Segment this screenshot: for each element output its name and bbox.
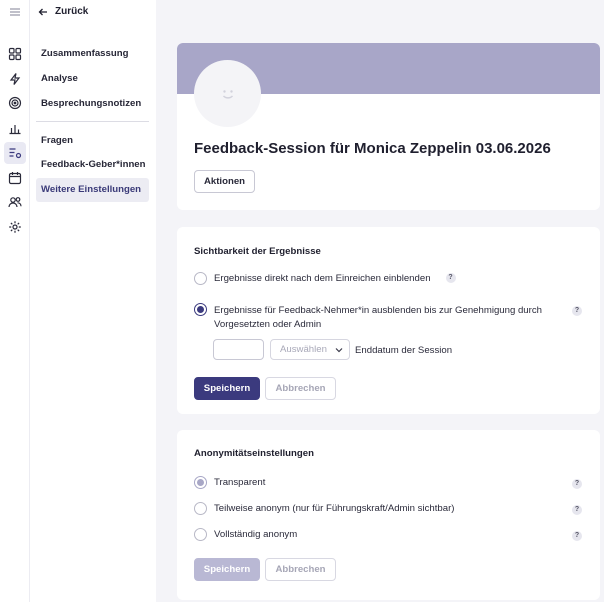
chevron-down-icon — [335, 348, 343, 353]
anonymity-title: Anonymitätseinstellungen — [194, 448, 314, 459]
help-icon[interactable]: ? — [445, 273, 456, 283]
nav-item-fragen[interactable]: Fragen — [36, 129, 149, 153]
visibility-title: Sichtbarkeit der Ergebnisse — [194, 246, 321, 257]
visibility-option-hide[interactable]: Ergebnisse für Feedback-Nehmer*in ausble… — [194, 303, 542, 332]
help-icon[interactable]: ? — [572, 505, 582, 515]
visibility-card: Sichtbarkeit der Ergebnisse Ergebnisse d… — [177, 227, 600, 414]
icon-rail — [0, 0, 30, 602]
option-label: Ergebnisse direkt nach dem Einreichen ei… — [214, 273, 431, 284]
arrow-left-icon — [38, 8, 47, 15]
nav-item-besprechungsnotizen[interactable]: Besprechungsnotizen — [36, 92, 149, 116]
target-icon[interactable] — [4, 92, 26, 114]
option-label-line2: Vorgesetzten oder Admin — [214, 319, 322, 330]
lightning-icon[interactable] — [4, 68, 26, 90]
option-label: Teilweise anonym (nur für Führungskraft/… — [214, 503, 455, 514]
radio-unchecked[interactable] — [194, 272, 207, 285]
anonymity-option-full[interactable]: Vollständig anonym — [194, 528, 298, 541]
nav-item-weitere-einstellungen[interactable]: Weitere Einstellungen — [36, 178, 149, 202]
gear-icon[interactable] — [4, 216, 26, 238]
menu-icon[interactable] — [4, 1, 26, 23]
period-select[interactable]: Auswählen — [270, 339, 350, 360]
calendar-icon[interactable] — [4, 167, 26, 189]
cancel-button[interactable]: Abbrechen — [265, 558, 336, 581]
help-icon[interactable]: ? — [572, 531, 582, 541]
help-icon[interactable]: ? — [572, 306, 582, 316]
visibility-option-show[interactable]: Ergebnisse direkt nach dem Einreichen ei… — [194, 272, 456, 285]
smiley-icon — [222, 89, 233, 99]
secondary-nav: Zurück Zusammenfassung Analyse Besprechu… — [30, 0, 156, 602]
nav-divider — [36, 121, 149, 122]
end-date-label: Enddatum der Session — [355, 345, 453, 356]
option-label: Vollständig anonym — [214, 529, 298, 540]
option-label-line1: Ergebnisse für Feedback-Nehmer*in ausble… — [214, 305, 542, 316]
nav-item-feedback-geber[interactable]: Feedback-Geber*innen — [36, 153, 149, 177]
list-settings-icon[interactable] — [4, 142, 26, 164]
chart-bars-icon[interactable] — [4, 117, 26, 139]
end-date-input[interactable] — [213, 339, 264, 360]
radio-unchecked[interactable] — [194, 528, 207, 541]
page-title: Feedback-Session für Monica Zeppelin 03.… — [194, 140, 551, 157]
anonymity-card: Anonymitätseinstellungen Transparent ? T… — [177, 430, 600, 600]
anonymity-option-transparent[interactable]: Transparent — [194, 476, 266, 489]
avatar — [194, 60, 261, 127]
session-header-card: Feedback-Session für Monica Zeppelin 03.… — [177, 43, 600, 210]
dashboard-grid-icon[interactable] — [4, 43, 26, 65]
nav-item-analyse[interactable]: Analyse — [36, 67, 149, 91]
actions-button[interactable]: Aktionen — [194, 170, 255, 193]
select-placeholder: Auswählen — [280, 344, 327, 355]
cancel-button[interactable]: Abbrechen — [265, 377, 336, 400]
nav-item-zusammenfassung[interactable]: Zusammenfassung — [36, 42, 149, 66]
anonymity-option-partial[interactable]: Teilweise anonym (nur für Führungskraft/… — [194, 502, 455, 515]
save-button[interactable]: Speichern — [194, 377, 260, 400]
people-icon[interactable] — [4, 191, 26, 213]
radio-unchecked[interactable] — [194, 502, 207, 515]
radio-checked[interactable] — [194, 303, 207, 316]
back-label: Zurück — [55, 6, 89, 17]
radio-checked[interactable] — [194, 476, 207, 489]
back-link[interactable]: Zurück — [38, 6, 88, 17]
help-icon[interactable]: ? — [572, 479, 582, 489]
option-label: Transparent — [214, 477, 266, 488]
option-label-block: Ergebnisse für Feedback-Nehmer*in ausble… — [214, 304, 542, 332]
save-button[interactable]: Speichern — [194, 558, 260, 581]
